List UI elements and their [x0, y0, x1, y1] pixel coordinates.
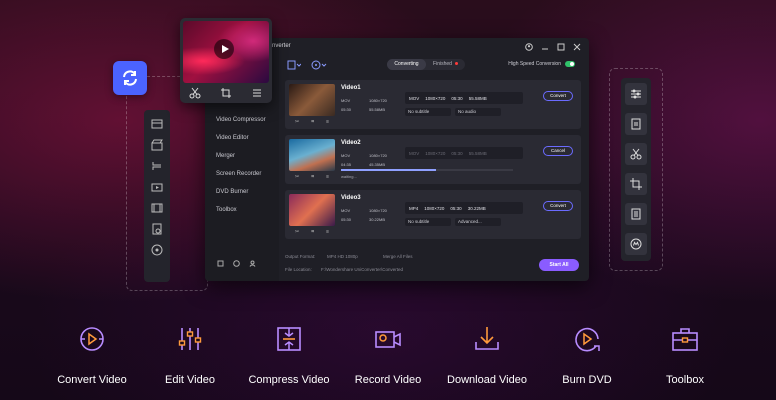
sidebar-item-dvd-burner[interactable]: DVD Burner — [216, 189, 248, 195]
menu-icon[interactable] — [251, 87, 263, 99]
clapper-icon[interactable] — [149, 137, 165, 153]
target-info: MOV 1080×720 05:30 55.58MB — [405, 92, 523, 104]
video-card-2: ✂ ⌗ ≡ Video2 MOV 1080×720 04:35 45.35MB MOV 1… — [285, 135, 581, 184]
convert-icon — [123, 70, 137, 86]
merge-all-label: Merge All Files — [383, 254, 413, 259]
menu-icon[interactable]: ≡ — [326, 119, 329, 125]
maximize-icon[interactable] — [557, 43, 565, 51]
compress-icon[interactable] — [149, 116, 165, 132]
target-info: MOV 1080×720 05:30 55.58MB — [405, 147, 523, 159]
output-format-select[interactable]: MP4 HD 1080p — [327, 254, 358, 259]
load-dvd-icon[interactable] — [311, 60, 327, 70]
sidebar-item-video-compressor[interactable]: Video Compressor — [216, 117, 266, 123]
merge-icon[interactable] — [149, 158, 165, 174]
burn-dvd-icon — [570, 322, 604, 356]
cancel-button[interactable]: Cancel — [543, 146, 573, 156]
sidebar-item-video-editor[interactable]: Video Editor — [216, 135, 249, 141]
account-icon[interactable] — [525, 43, 533, 51]
video-card-1: ✂ ⌗ ≡ Video1 MOV 1080×720 05:30 55.58MB MOV 1… — [285, 80, 581, 129]
download-video-icon — [470, 322, 504, 356]
audio-select[interactable]: Advanced... — [455, 218, 501, 226]
watermark-icon[interactable] — [625, 233, 647, 255]
feature-bar: Convert Video Edit Video Compress Video … — [0, 322, 776, 392]
subtitle-select[interactable]: No subtitle — [405, 108, 451, 116]
audio-select[interactable]: No audio — [455, 108, 501, 116]
menu-icon[interactable]: ≡ — [326, 229, 329, 235]
feature-toolbox[interactable]: Toolbox — [625, 322, 745, 386]
close-icon[interactable] — [573, 43, 581, 51]
right-tool-strip — [621, 78, 651, 261]
status-tabs: Converting Finished — [387, 59, 465, 70]
record-icon[interactable] — [149, 179, 165, 195]
crop-icon[interactable]: ⌗ — [311, 174, 314, 180]
play-icon[interactable] — [214, 39, 234, 59]
convert-badge — [113, 61, 147, 95]
filmstrip-icon[interactable] — [149, 200, 165, 216]
convert-button[interactable]: Convert — [543, 201, 573, 211]
scissors-icon[interactable]: ✂ — [295, 229, 299, 235]
menu-icon[interactable]: ≡ — [326, 174, 329, 180]
video-card-3: ✂ ⌗ ≡ Video3 MOV 1080×720 05:30 30.22MB MP4 1… — [285, 190, 581, 239]
video-thumbnail — [289, 84, 335, 116]
video-preview-card — [180, 18, 272, 103]
sidebar-item-toolbox[interactable]: Toolbox — [216, 207, 237, 213]
source-info: MOV 1080×720 04:35 45.35MB — [341, 153, 387, 167]
compress-video-icon — [272, 322, 306, 356]
source-info: MOV 1080×720 05:30 55.58MB — [341, 98, 387, 112]
file-location-label: File Location: — [285, 267, 312, 272]
scissors-icon[interactable]: ✂ — [295, 174, 299, 180]
sliders-icon[interactable] — [625, 83, 647, 105]
convert-video-icon — [75, 322, 109, 356]
notification-dot — [454, 62, 458, 66]
sidebar-item-screen-recorder[interactable]: Screen Recorder — [216, 171, 261, 177]
title-bar: nverter — [272, 38, 589, 56]
crop-icon[interactable] — [625, 173, 647, 195]
book-icon[interactable] — [217, 260, 224, 267]
feature-label: Toolbox — [666, 374, 704, 386]
tab-finished[interactable]: Finished — [426, 59, 465, 70]
toolbar: Converting Finished High Speed Conversio… — [279, 56, 589, 76]
crop-icon[interactable]: ⌗ — [311, 229, 314, 235]
user-icon[interactable] — [249, 260, 256, 267]
source-info: MOV 1080×720 05:30 30.22MB — [341, 208, 387, 222]
tab-finished-label: Finished — [433, 61, 452, 67]
video-thumbnail — [289, 194, 335, 226]
scissors-icon[interactable] — [189, 87, 201, 99]
video-name: Video3 — [341, 195, 361, 201]
target-info: MP4 1080×720 05:30 30.22MB — [405, 202, 523, 214]
start-all-button[interactable]: Start All — [539, 259, 579, 271]
high-speed-label: High Speed Conversion — [508, 61, 561, 67]
high-speed-toggle[interactable] — [565, 61, 575, 67]
clock-icon[interactable] — [233, 260, 240, 267]
convert-button[interactable]: Convert — [543, 91, 573, 101]
status-text: waiting... — [341, 174, 357, 179]
left-tool-strip — [144, 110, 170, 282]
record-video-icon — [371, 322, 405, 356]
progress-fill — [341, 169, 436, 171]
video-name: Video2 — [341, 140, 361, 146]
settings-doc-icon[interactable] — [149, 221, 165, 237]
crop-icon[interactable]: ⌗ — [311, 119, 314, 125]
document-icon[interactable] — [625, 203, 647, 225]
toolbox-icon — [668, 322, 702, 356]
subtitle-select[interactable]: No subtitle — [405, 218, 451, 226]
minimize-icon[interactable] — [541, 43, 549, 51]
video-name: Video1 — [341, 85, 361, 91]
subtitle-doc-icon[interactable] — [625, 113, 647, 135]
crop-icon[interactable] — [220, 87, 232, 99]
file-location-select[interactable]: F:\Wondershare UniConverter\Converted — [321, 267, 403, 272]
scissors-icon[interactable]: ✂ — [295, 119, 299, 125]
add-files-icon[interactable] — [287, 60, 301, 70]
scissors-icon[interactable] — [625, 143, 647, 165]
disc-icon[interactable] — [149, 242, 165, 258]
conversion-progress — [341, 169, 513, 171]
sidebar-item-merger[interactable]: Merger — [216, 153, 235, 159]
tab-converting[interactable]: Converting — [387, 59, 426, 70]
edit-video-icon — [173, 322, 207, 356]
app-title: nverter — [272, 43, 291, 49]
video-thumbnail — [289, 139, 335, 171]
output-format-label: Output Format: — [285, 254, 316, 259]
